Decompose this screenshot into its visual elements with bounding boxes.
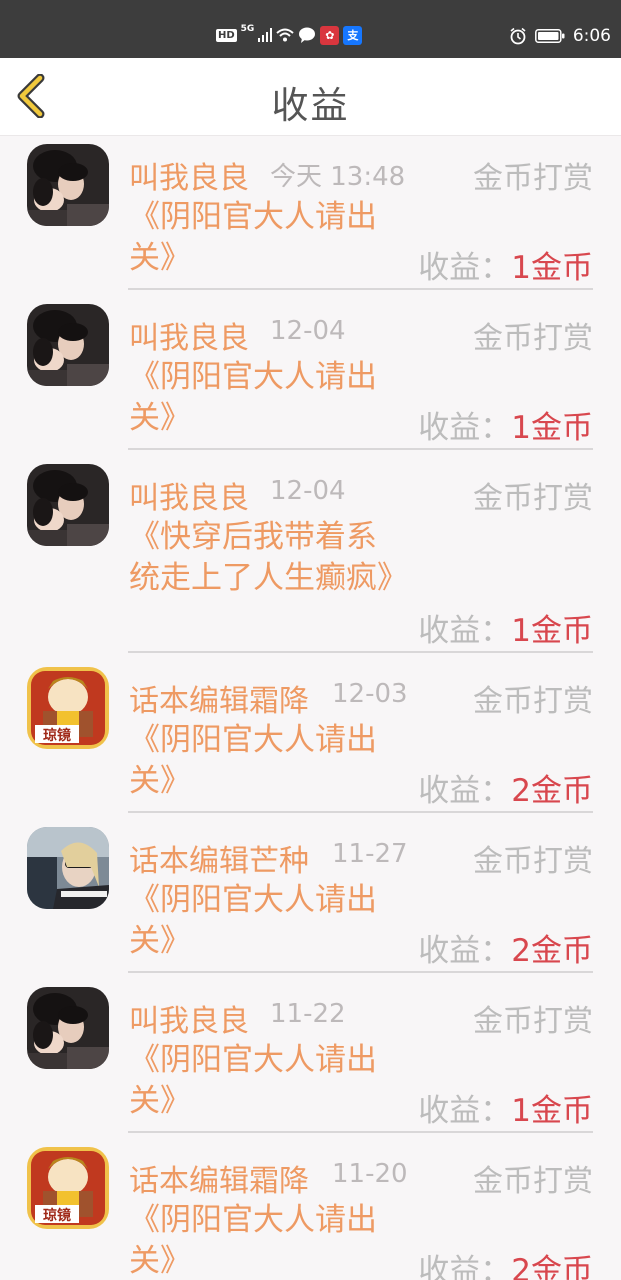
signal-icon	[258, 28, 273, 42]
reward-time: 12-04	[270, 316, 346, 346]
battery-icon	[534, 29, 565, 43]
book-title[interactable]: 《快穿后我带着系统走上了人生癫疯》	[129, 517, 408, 599]
reward-time: 12-03	[332, 679, 408, 709]
reward-type: 金币打赏	[473, 844, 593, 879]
avatar[interactable]: 琼镜	[27, 667, 109, 749]
earning: 收益：2金币	[418, 925, 593, 970]
earning-label: 收益：	[418, 1253, 512, 1280]
reward-type: 金币打赏	[473, 321, 593, 356]
divider	[128, 1131, 593, 1133]
status-icons-center: HD 5G ✿ 支	[216, 24, 363, 46]
earning-value: 2金币	[511, 1253, 593, 1280]
earning: 收益：2金币	[418, 765, 593, 810]
book-title[interactable]: 《阴阳官大人请出关》	[129, 880, 399, 962]
sender-name: 叫我良良	[129, 481, 249, 516]
list-item[interactable]: 琼镜 话本编辑霜降 12-03 金币打赏《阴阳官大人请出关》 收益：2金币	[0, 659, 621, 819]
book-title[interactable]: 《阴阳官大人请出关》	[129, 357, 399, 439]
alarm-icon	[510, 27, 526, 45]
earning: 收益：1金币	[418, 1085, 593, 1130]
earning-label: 收益：	[418, 410, 512, 446]
earning: 收益：1金币	[418, 242, 593, 287]
list-item[interactable]: 琼镜 话本编辑霜降 11-20 金币打赏《阴阳官大人请出关》 收益：2金币	[0, 1139, 621, 1280]
earning-label: 收益：	[418, 1093, 512, 1129]
book-title[interactable]: 《阴阳官大人请出关》	[129, 197, 399, 279]
book-title[interactable]: 《阴阳官大人请出关》	[129, 1200, 399, 1280]
network-type-label: 5G	[240, 24, 255, 34]
earning-value: 1金币	[511, 410, 593, 446]
reward-type: 金币打赏	[473, 481, 593, 516]
divider	[128, 811, 593, 813]
earning-value: 1金币	[511, 613, 593, 649]
earning: 收益：2金币	[418, 1245, 593, 1280]
avatar[interactable]	[27, 987, 109, 1069]
status-bar: HD 5G ✿ 支 6:06	[0, 0, 621, 58]
earning-label: 收益：	[418, 773, 512, 809]
sender-name: 叫我良良	[129, 1004, 249, 1039]
reward-time: 12-04	[270, 476, 346, 506]
avatar[interactable]: 琼镜	[27, 1147, 109, 1229]
earning-value: 2金币	[511, 773, 593, 809]
avatar[interactable]	[27, 827, 109, 909]
page-title: 收益	[271, 84, 350, 127]
clock-time: 6:06	[572, 26, 611, 46]
svg-text:琼镜: 琼镜	[43, 727, 71, 744]
wifi-icon	[276, 28, 294, 42]
divider	[128, 288, 593, 290]
avatar[interactable]	[27, 464, 109, 546]
reward-time: 11-22	[270, 999, 346, 1029]
list-item[interactable]: 叫我良良 12-04 金币打赏《阴阳官大人请出关》 收益：1金币	[0, 296, 621, 456]
earning-value: 1金币	[511, 1093, 593, 1129]
avatar[interactable]	[27, 144, 109, 226]
reward-time: 11-27	[332, 839, 408, 869]
alipay-icon: 支	[343, 25, 363, 45]
sender-name: 话本编辑芒种	[129, 844, 309, 879]
sender-name: 叫我良良	[129, 321, 249, 356]
reward-time: 11-20	[332, 1159, 408, 1189]
reward-list[interactable]: 叫我良良 今天 13:48 金币打赏 《阴阳官大人请出关》 收益：1金币 叫我良良 12-…	[0, 136, 621, 1280]
earning-value: 2金币	[511, 933, 593, 969]
reward-type: 金币打赏	[473, 1004, 593, 1039]
reward-time: 今天 13:48	[270, 162, 406, 192]
list-item[interactable]: 叫我良良 12-04 金币打赏《快穿后我带着系统走上了人生癫疯》 收益：1金币	[0, 456, 621, 659]
list-item[interactable]: 叫我良良 今天 13:48 金币打赏《阴阳官大人请出关》 收益：1金币	[0, 136, 621, 296]
earning-label: 收益：	[418, 933, 512, 969]
avatar[interactable]	[27, 304, 109, 386]
header-bar: 收益	[0, 58, 621, 136]
reward-type: 金币打赏	[473, 684, 593, 719]
reward-type: 金币打赏	[473, 161, 593, 196]
sender-name: 话本编辑霜降	[129, 684, 309, 719]
divider	[128, 448, 593, 450]
earning-label: 收益：	[418, 250, 512, 286]
earning-value: 1金币	[511, 250, 593, 286]
divider	[128, 651, 593, 653]
list-item[interactable]: 叫我良良 11-22 金币打赏《阴阳官大人请出关》 收益：1金币	[0, 979, 621, 1139]
hd-icon: HD	[216, 28, 237, 42]
earning-label: 收益：	[418, 613, 512, 649]
status-icons-right: 6:06	[509, 24, 611, 48]
earning: 收益：1金币	[418, 605, 593, 650]
earning: 收益：1金币	[418, 402, 593, 447]
svg-text:琼镜: 琼镜	[43, 1207, 71, 1224]
book-title[interactable]: 《阴阳官大人请出关》	[129, 720, 399, 802]
app-icon-red: ✿	[320, 25, 340, 45]
chat-bubble-icon	[299, 27, 316, 43]
book-title[interactable]: 《阴阳官大人请出关》	[129, 1040, 399, 1122]
reward-type: 金币打赏	[473, 1164, 593, 1199]
sender-name: 话本编辑霜降	[129, 1164, 309, 1199]
list-item[interactable]: 话本编辑芒种 11-27 金币打赏《阴阳官大人请出关》 收益：2金币	[0, 819, 621, 979]
sender-name: 叫我良良	[129, 161, 249, 196]
divider	[128, 971, 593, 973]
